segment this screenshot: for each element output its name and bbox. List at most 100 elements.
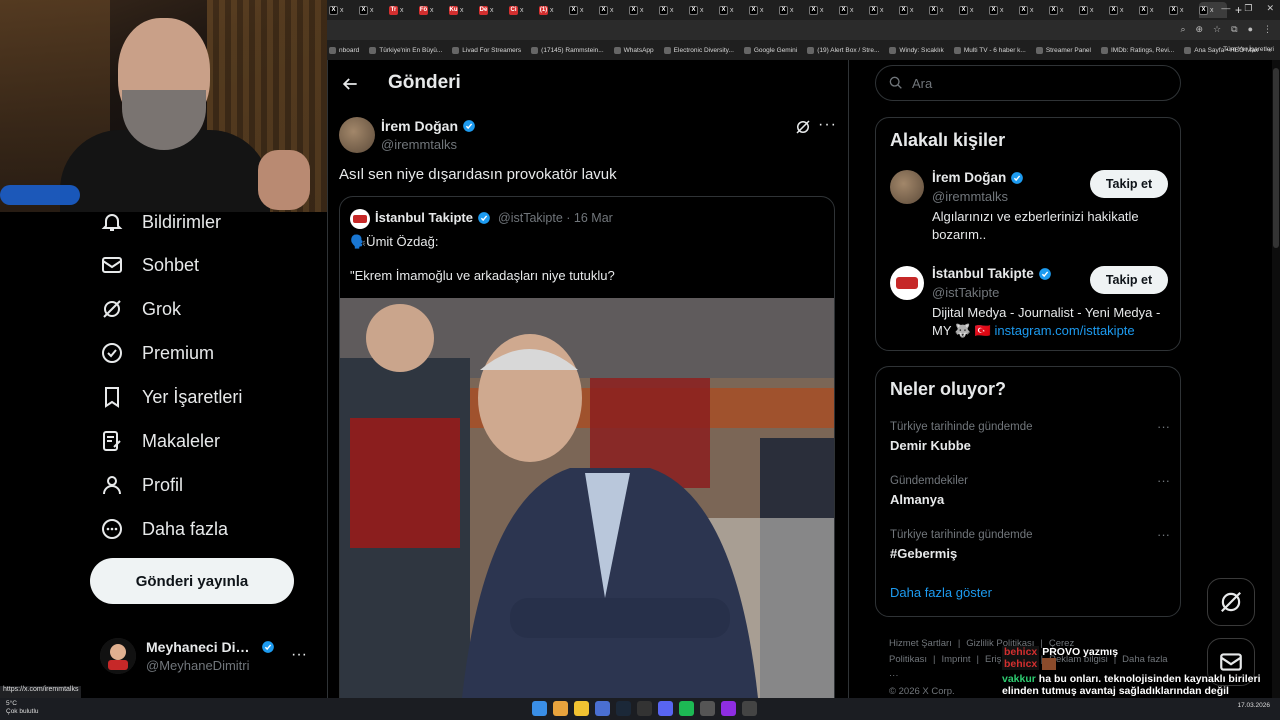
browser-tab[interactable]: Fö x [419,2,447,18]
tab-close-icon[interactable]: x [1210,7,1214,14]
tab-close-icon[interactable]: x [790,7,794,14]
tab-close-icon[interactable]: x [910,7,914,14]
browser-tab[interactable]: Xx [1049,2,1077,18]
bookmark-item[interactable]: (19) Alert Box / Stre... [807,46,879,54]
bio-link[interactable]: instagram.com/isttakipte [994,323,1134,338]
account-switcher[interactable]: Meyhaneci Dimi... @MeyhaneDimitri ··· [100,636,315,676]
browser-tab[interactable]: Xx [1079,2,1107,18]
tab-close-icon[interactable]: x [640,7,644,14]
bookmark-item[interactable]: Windy: Sıcaklık [889,46,944,54]
quote-photo[interactable] [340,298,834,698]
bookmark-item[interactable]: Multi TV - 6 haber k... [953,46,1026,54]
browser-tab[interactable]: Xx [929,2,957,18]
spotify-icon[interactable] [679,701,694,716]
weather-widget[interactable]: 5°C Çok bulutlu [6,700,39,716]
tab-close-icon[interactable]: x [940,7,944,14]
tab-close-icon[interactable]: x [760,7,764,14]
search-box[interactable] [875,65,1181,101]
browser-tab[interactable]: De x [479,2,507,18]
bookmark-item[interactable]: Türkiye'nin En Büyü... [369,46,442,54]
app-icon[interactable] [742,701,757,716]
profile-icon[interactable]: ● [1248,24,1253,35]
browser-tab[interactable]: Xx [359,2,387,18]
nav-item-daha-fazla[interactable]: Daha fazla [100,515,228,543]
tab-close-icon[interactable]: x [880,7,884,14]
scrollbar[interactable] [1272,60,1280,698]
browser-tab[interactable]: Xx [869,2,897,18]
browser-tab[interactable]: Xx [1139,2,1167,18]
browser-tab[interactable]: Xx [599,2,627,18]
browser-tab[interactable]: Ci x [509,2,537,18]
nav-item-yer-isaretleri[interactable]: Yer İşaretleri [100,383,242,411]
browser-tab[interactable]: Xx [839,2,867,18]
chrome-icon[interactable] [553,701,568,716]
nav-item-sohbet[interactable]: Sohbet [100,251,199,279]
explorer-icon[interactable] [574,701,589,716]
browser-tab[interactable]: Xx [719,2,747,18]
tab-close-icon[interactable]: x [820,7,824,14]
browser-tab[interactable]: Xx [1109,2,1137,18]
browser-tab[interactable]: Xx [569,2,597,18]
nav-item-makaleler[interactable]: Makaleler [100,427,220,455]
browser-tab[interactable]: Xx [329,2,357,18]
tab-close-icon[interactable]: x [1030,7,1034,14]
tab-close-icon[interactable]: x [1150,7,1154,14]
tab-close-icon[interactable]: x [1000,7,1004,14]
browser-menu-icon[interactable]: ⋮ [1263,24,1272,35]
obs-icon[interactable] [721,701,736,716]
all-bookmarks[interactable]: Tüm Yer İşaretleri [1223,46,1274,53]
tab-close-icon[interactable]: x [670,7,674,14]
zoom-icon[interactable]: ⊕ [1196,24,1204,35]
maximize-icon[interactable]: ❐ [1244,3,1252,14]
tab-close-icon[interactable]: x [730,7,734,14]
steam-icon[interactable] [616,701,631,716]
browser-tab[interactable]: Xx [689,2,717,18]
tab-close-icon[interactable]: x [370,7,374,14]
nav-item-grok[interactable]: Grok [100,295,181,323]
bookmark-item[interactable]: Livad For Streamers [452,46,521,54]
star-icon[interactable]: ☆ [1213,24,1221,35]
browser-tab[interactable]: Xx [959,2,987,18]
bookmark-item[interactable]: IMDb: Ratings, Revi... [1101,46,1174,54]
tab-close-icon[interactable]: x [520,7,524,14]
footer-link[interactable]: Imprint [941,654,970,665]
browser-tab[interactable]: Xx [809,2,837,18]
discord-icon[interactable] [658,701,673,716]
back-arrow-icon[interactable] [340,74,360,94]
bookmark-item[interactable]: (17145) Rammstein... [531,46,604,54]
browser-tab[interactable]: Xx [1169,2,1197,18]
tab-close-icon[interactable]: x [580,7,584,14]
tab-close-icon[interactable]: x [340,7,344,14]
trend-item[interactable]: Gündemdekiler Almanya ··· [890,473,1170,519]
show-more-link[interactable]: Daha fazla göster [890,585,992,600]
grok-fab[interactable] [1207,578,1255,626]
author-name[interactable]: İrem Doğan [381,118,476,134]
browser-tab[interactable]: Xx [899,2,927,18]
tab-close-icon[interactable]: x [490,7,494,14]
bookmark-item[interactable]: WhatsApp [613,46,654,54]
follow-button[interactable]: Takip et [1090,266,1168,294]
trend-more-icon[interactable]: ··· [1157,527,1170,542]
trend-more-icon[interactable]: ··· [1157,419,1170,434]
browser-tab[interactable]: Ku x [449,2,477,18]
start-icon[interactable] [532,701,547,716]
bookmark-item[interactable]: Google Gemini [743,46,797,54]
search-input[interactable] [912,75,1152,91]
nav-item-premium[interactable]: Premium [100,339,214,367]
browser-tab[interactable]: Xx [629,2,657,18]
tab-close-icon[interactable]: x [550,7,554,14]
scrollbar-thumb[interactable] [1273,68,1279,248]
clock[interactable]: 17.03.2026 [1237,702,1270,709]
epic-icon[interactable] [637,701,652,716]
bookmark-item[interactable]: Electronic Diversity... [663,46,734,54]
account-more-icon[interactable]: ··· [291,646,307,664]
browser-tab[interactable]: Tr x [389,2,417,18]
browser-tab[interactable]: Xx [749,2,777,18]
tab-close-icon[interactable]: x [1060,7,1064,14]
tab-close-icon[interactable]: x [1090,7,1094,14]
trend-item[interactable]: Türkiye tarihinde gündemde #Gebermiş ··· [890,527,1170,573]
tab-close-icon[interactable]: x [430,7,434,14]
trend-more-icon[interactable]: ··· [1157,473,1170,488]
tab-close-icon[interactable]: x [1180,7,1184,14]
close-window-icon[interactable]: ✕ [1266,3,1274,14]
